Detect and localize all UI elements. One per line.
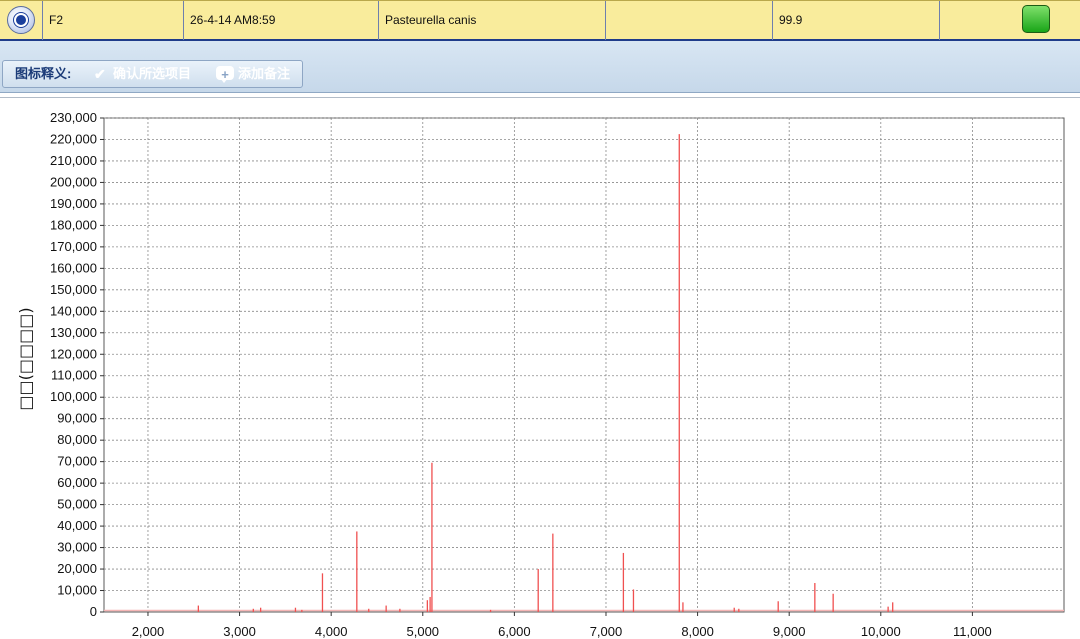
spectrum-chart-panel: 0 10,000 20,000 30,000 40,000 50,000 60,000 70,… — [0, 97, 1080, 639]
x-tick-label: 3,000 — [223, 624, 256, 639]
y-tick-label: 200,000 — [50, 174, 97, 189]
status-light-icon — [1022, 5, 1050, 33]
y-tick-label: 180,000 — [50, 217, 97, 232]
status-cell — [940, 1, 1080, 40]
y-tick-label: 120,000 — [50, 346, 97, 361]
y-tick-label: 90,000 — [57, 411, 97, 426]
x-tick-label: 8,000 — [681, 624, 714, 639]
y-tick-label: 160,000 — [50, 260, 97, 275]
result-row[interactable]: F2 26-4-14 AM8:59 Pasteurella canis 99.9 — [0, 0, 1080, 41]
sample-id-cell: F2 — [43, 1, 184, 40]
plot-area — [103, 117, 1065, 613]
confirm-selected-label: 确认所选项目 — [113, 66, 192, 81]
comment-icon: + — [216, 66, 234, 83]
y-tick-label: 230,000 — [50, 110, 97, 125]
radio-selected-dot — [14, 13, 28, 27]
legend-box: 图标释义: ✔ 确认所选项目 + 添加备注 — [2, 60, 303, 88]
organism-cell: Pasteurella canis — [379, 1, 606, 40]
x-tick-label: 7,000 — [590, 624, 623, 639]
legend-title: 图标释义: — [15, 66, 72, 81]
y-tick-label: 100,000 — [50, 389, 97, 404]
y-tick-label: 80,000 — [57, 432, 97, 447]
x-tick-label: 10,000 — [861, 624, 901, 639]
timestamp-cell: 26-4-14 AM8:59 — [184, 1, 379, 40]
empty-cell — [606, 1, 773, 40]
y-tick-label: 170,000 — [50, 239, 97, 254]
select-radio-button[interactable] — [7, 6, 35, 34]
y-tick-label: 10,000 — [57, 583, 97, 598]
score-cell: 99.9 — [773, 1, 940, 40]
x-tick-label: 9,000 — [773, 624, 806, 639]
x-tick-label: 4,000 — [315, 624, 348, 639]
y-tick-label: 130,000 — [50, 325, 97, 340]
legend-toolbar: 图标释义: ✔ 确认所选项目 + 添加备注 — [0, 41, 1080, 93]
y-tick-label: 70,000 — [57, 454, 97, 469]
y-tick-label: 150,000 — [50, 282, 97, 297]
select-radio-cell[interactable] — [0, 1, 43, 40]
y-tick-label: 60,000 — [57, 475, 97, 490]
y-tick-label: 140,000 — [50, 303, 97, 318]
y-tick-label: 40,000 — [57, 518, 97, 533]
y-tick-label: 20,000 — [57, 561, 97, 576]
x-tick-label: 5,000 — [407, 624, 440, 639]
y-tick-label: 210,000 — [50, 153, 97, 168]
y-tick-label: 30,000 — [57, 540, 97, 555]
add-note-label: 添加备注 — [238, 66, 291, 81]
spectrum-chart: 0 10,000 20,000 30,000 40,000 50,000 60,000 70,… — [16, 110, 1065, 639]
x-tick-label: 6,000 — [498, 624, 531, 639]
y-tick-label: 220,000 — [50, 131, 97, 146]
y-tick-label: 50,000 — [57, 497, 97, 512]
y-axis-label: □□(□□□□) — [16, 307, 35, 410]
y-tick-label: 190,000 — [50, 196, 97, 211]
y-tick-label: 110,000 — [51, 368, 97, 383]
y-tick-label: 0 — [90, 604, 97, 619]
check-icon: ✔ — [94, 66, 106, 82]
x-tick-label: 2,000 — [132, 624, 165, 639]
x-tick-label: 11,000 — [953, 624, 992, 639]
